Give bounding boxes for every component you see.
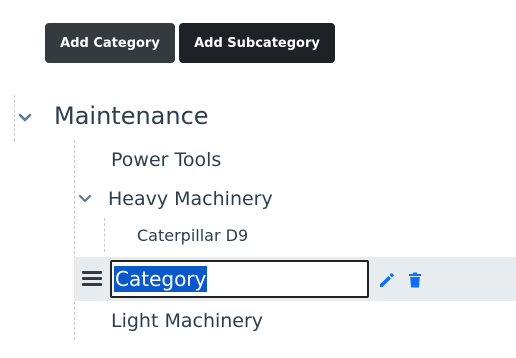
tree-node-maintenance[interactable]: Maintenance — [54, 102, 209, 130]
add-subcategory-button[interactable]: Add Subcategory — [179, 23, 335, 63]
pencil-icon[interactable] — [377, 270, 397, 290]
add-category-button[interactable]: Add Category — [45, 23, 175, 63]
tree-guide-line — [74, 140, 75, 340]
drag-handle-icon[interactable] — [82, 271, 102, 287]
category-name-input[interactable]: Category — [110, 260, 369, 298]
tree-node-light-machinery[interactable]: Light Machinery — [111, 310, 263, 332]
tree-node-caterpillar-d9[interactable]: Caterpillar D9 — [137, 226, 248, 245]
selected-input-text: Category — [114, 266, 208, 292]
tree-guide-line — [14, 95, 15, 141]
chevron-down-icon[interactable] — [17, 110, 33, 126]
tree-node-edit-row: Category — [74, 257, 516, 301]
chevron-down-icon[interactable] — [77, 191, 93, 207]
trash-icon[interactable] — [405, 270, 425, 290]
tree-guide-line — [104, 218, 105, 252]
tree-node-power-tools[interactable]: Power Tools — [111, 149, 221, 171]
tree-node-heavy-machinery[interactable]: Heavy Machinery — [108, 188, 273, 210]
